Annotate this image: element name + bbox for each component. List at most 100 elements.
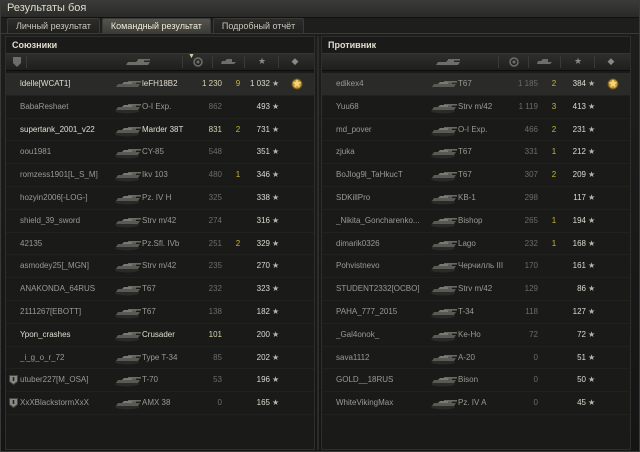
damage-value: 331 [524,147,538,157]
tank-icon [431,400,457,410]
player-row[interactable]: ANAKONDA_64RUS T67 232 323 ★ [6,278,314,301]
tank-icon [115,126,141,137]
damage-value: 101 [208,329,222,339]
player-row[interactable]: ldelle[WCAT1] leFH18B2 1 230 9 1 032 ★ [6,73,314,96]
tab-bar: Личный результат Командный результат Под… [7,18,306,34]
vehicle-column-icon[interactable] [124,56,152,68]
player-row[interactable]: GOLD__18RUS Bison 0 50 ★ [322,369,630,393]
xp-value: 209 [572,170,586,180]
tank-icon [431,286,457,296]
player-name: _Nikita_Goncharenko... [336,215,420,225]
player-row[interactable]: shield_39_sword Strv m/42 274 316 ★ [6,210,314,233]
player-row[interactable]: edikex4 T67 1 185 2 384 ★ [322,73,630,96]
star-icon: ★ [588,215,596,225]
star-icon: ★ [588,398,596,408]
player-row[interactable]: md_pover O-I Exp. 466 2 231 ★ [322,119,630,142]
player-name: Pohvistnevo [336,261,380,271]
player-row[interactable]: 42135 Pz.Sfl. IVb 251 2 329 ★ [6,233,314,256]
xp-column-icon[interactable]: ★ [256,56,268,68]
kills-value: 2 [235,238,241,248]
kills-column-icon[interactable] [536,56,554,68]
damage-value: 118 [525,306,538,316]
xp-value: 50 [577,375,586,385]
player-row[interactable]: 2111267[EBOTT] T67 138 182 ★ [6,301,314,324]
medal-column-icon[interactable]: ◆ [604,56,618,68]
tank-icon [115,240,141,251]
player-row[interactable]: BoJlog9l_TaHkucT T67 307 2 209 ★ [322,164,630,187]
damage-value: 1 185 [517,79,538,88]
vehicle-column-icon[interactable] [434,56,462,68]
player-row[interactable]: romzess1901[L_S_M] Ikv 103 480 1 346 ★ [6,164,314,187]
player-row[interactable]: sava1112 A-20 0 51 ★ [322,347,630,370]
damage-value: 232 [524,238,538,248]
damage-value: 129 [524,284,538,294]
player-row[interactable]: supertank_2001_v22 Marder 38T 831 2 731 ★ [6,119,314,142]
star-icon: ★ [588,306,596,316]
player-name: 2111267[EBOTT] [20,306,82,316]
allies-panel: Союзники ▼ ★ ◆ ldelle[WCAT1] leFH18B2 1 23… [5,36,315,450]
tank-icon [115,217,141,228]
player-name: hozyin2006[-LOG-] [20,192,88,202]
player-row[interactable]: hozyin2006[-LOG-] Pz. IV H 325 338 ★ [6,187,314,210]
player-row[interactable]: utuber227[M_OSA] T-70 53 196 ★ [6,369,314,393]
xp-value: 45 [577,398,586,408]
star-icon: ★ [272,147,280,157]
kills-column-icon[interactable] [220,56,238,68]
xp-column-icon[interactable]: ★ [572,56,584,68]
platoon-column-icon[interactable] [12,56,22,68]
player-row[interactable]: Yuu68 Strv m/42 1 119 3 413 ★ [322,96,630,119]
player-row[interactable]: dimarik0326 Lago 232 1 168 ★ [322,233,630,256]
tab-personal-result[interactable]: Личный результат [7,18,100,34]
xp-value: 351 [256,147,270,157]
allies-title: Союзники [12,40,58,50]
player-row[interactable]: BabaReshaet O-I Exp. 862 493 ★ [6,96,314,119]
damage-value: 480 [208,170,222,180]
player-name: PAHA_777_2015 [336,306,398,316]
player-row[interactable]: oou1981 CY-85 548 351 ★ [6,141,314,165]
player-row[interactable]: _i_g_o_r_72 Type T-34 85 202 ★ [6,347,314,370]
damage-value: 138 [208,306,222,316]
star-icon: ★ [272,398,280,408]
damage-value: 0 [533,398,538,408]
player-row[interactable]: _Nikita_Goncharenko... Bishop 265 1 194 ★ [322,210,630,233]
player-row[interactable]: SDKillPro KB-1 298 117 ★ [322,187,630,210]
damage-column-icon[interactable] [192,56,204,68]
xp-value: 231 [572,124,586,134]
medal-icon[interactable] [290,77,304,91]
player-row[interactable]: _Gal4onok_ Ke-Ho 72 72 ★ [322,324,630,347]
xp-value: 127 [572,306,586,316]
tank-icon [431,263,457,273]
damage-value: 0 [217,398,222,408]
star-icon: ★ [272,261,280,271]
player-name: dimarik0326 [336,238,380,248]
tank-icon [431,81,457,91]
player-row[interactable]: zjuka T67 331 1 212 ★ [322,141,630,165]
player-row[interactable]: PAHA_777_2015 T-34 118 127 ★ [322,301,630,324]
player-row[interactable]: Pohvistnevo Черчилль III 170 161 ★ [322,255,630,279]
damage-value: 274 [208,215,222,225]
kills-value: 1 [551,238,557,248]
xp-value: 493 [256,101,270,111]
player-row[interactable]: Ypon_crashes Crusader 101 200 ★ [6,324,314,347]
tab-detailed-report[interactable]: Подробный отчёт [212,18,305,34]
damage-column-icon[interactable] [508,56,520,68]
player-row[interactable]: STUDENT2332[OCBO] Strv m/42 129 86 ★ [322,278,630,301]
xp-value: 338 [256,192,270,202]
tank-icon [431,194,457,205]
player-row[interactable]: XxXBlackstormXxX AMX 38 0 165 ★ [6,392,314,415]
player-row[interactable]: asmodey25[_MGN] Strv m/42 235 270 ★ [6,255,314,279]
damage-value: 251 [208,238,222,248]
xp-value: 212 [572,147,586,157]
tab-team-result[interactable]: Командный результат [101,18,211,34]
kills-value: 9 [235,79,241,88]
medal-icon[interactable] [606,77,620,91]
xp-value: 413 [572,101,586,111]
tank-icon [115,286,141,296]
title-bar: Результаты боя [1,1,639,18]
player-name: 42135 [20,238,43,248]
damage-value: 85 [213,352,222,362]
medal-column-icon[interactable]: ◆ [288,56,302,68]
player-row[interactable]: WhiteVikingMax Pz. IV A 0 45 ★ [322,392,630,415]
star-icon: ★ [272,170,280,180]
xp-value: 86 [577,284,586,294]
